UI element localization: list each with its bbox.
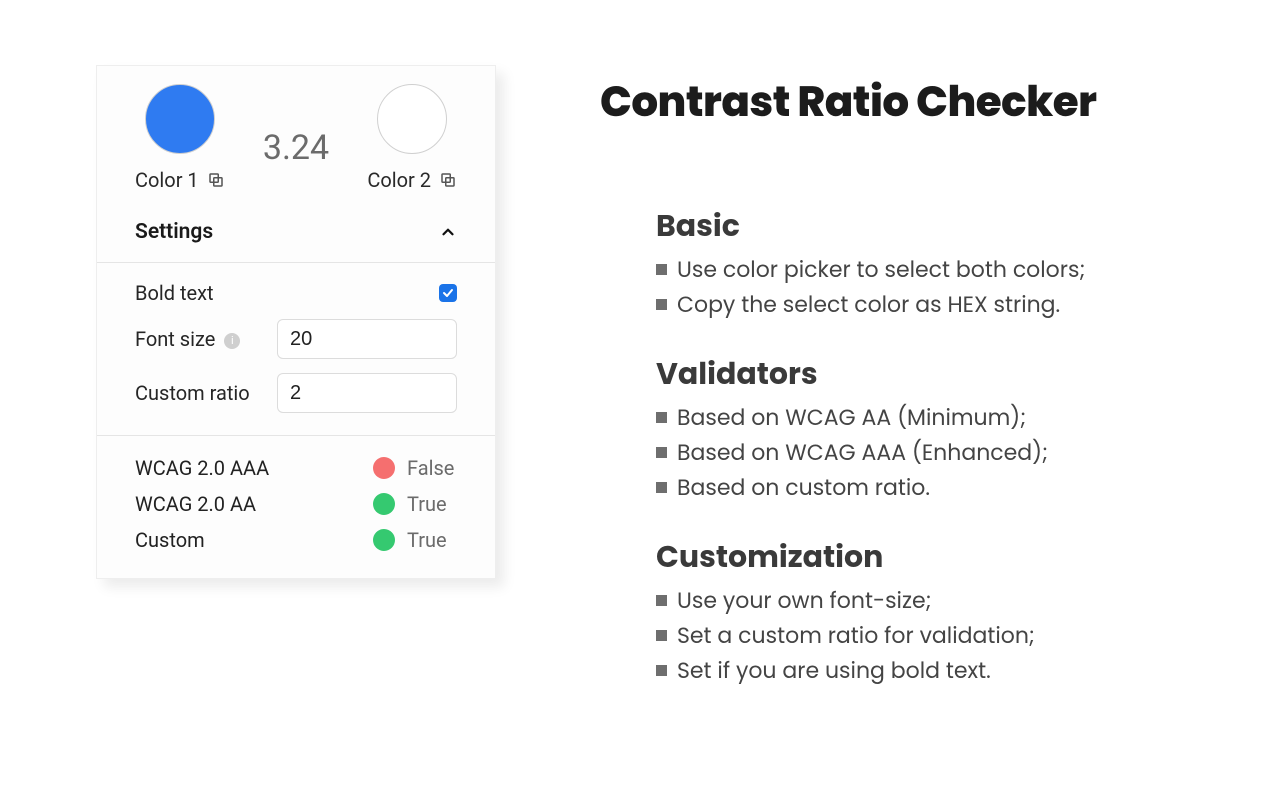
font-size-label: Font size i [135,327,240,351]
copy-icon[interactable] [439,171,457,189]
bullet-icon [656,482,667,493]
info-column: Contrast Ratio Checker Basic Use color p… [600,70,1220,717]
result-row-aa: WCAG 2.0 AA True [135,492,457,516]
swatch-row: Color 1 3.24 Color 2 [97,66,495,202]
section-basic: Basic Use color picker to select both co… [656,203,1220,321]
color2-column: Color 2 [367,84,457,192]
bullet-icon [656,412,667,423]
list-item: Set a custom ratio for validation; [656,619,1220,652]
bullet-icon [656,447,667,458]
list-item: Based on WCAG AAA (Enhanced); [656,436,1220,469]
settings-header[interactable]: Settings [97,202,495,262]
list-item: Based on WCAG AA (Minimum); [656,401,1220,434]
custom-ratio-row: Custom ratio [135,373,457,413]
bold-text-row: Bold text [135,281,457,305]
settings-body: Bold text Font size i Custom ratio [97,262,495,436]
section-head: Customization [656,534,1220,580]
color1-column: Color 1 [135,84,225,192]
custom-ratio-input[interactable] [277,373,457,413]
list-item: Set if you are using bold text. [656,654,1220,687]
bold-text-checkbox[interactable] [439,284,457,302]
bullet-icon [656,595,667,606]
bullet-icon [656,665,667,676]
status-text: True [407,492,457,516]
color2-label-row: Color 2 [367,168,457,192]
bullet-icon [656,299,667,310]
list-item: Use your own font-size; [656,584,1220,617]
list-item: Based on custom ratio. [656,471,1220,504]
result-label: WCAG 2.0 AA [135,492,256,516]
font-size-row: Font size i [135,319,457,359]
color2-label: Color 2 [367,168,431,192]
result-label: Custom [135,528,205,552]
section-head: Validators [656,351,1220,397]
list-item: Copy the select color as HEX string. [656,288,1220,321]
page-title: Contrast Ratio Checker [600,70,1220,133]
custom-ratio-label: Custom ratio [135,381,250,405]
font-size-input[interactable] [277,319,457,359]
bold-text-label: Bold text [135,281,214,305]
section-validators: Validators Based on WCAG AA (Minimum); B… [656,351,1220,504]
color1-swatch[interactable] [145,84,215,154]
section-customization: Customization Use your own font-size; Se… [656,534,1220,687]
status-dot-icon [373,529,395,551]
chevron-up-icon [439,223,457,241]
list-item: Use color picker to select both colors; [656,253,1220,286]
results-section: WCAG 2.0 AAA False WCAG 2.0 AA True Cust… [97,436,495,578]
result-row-aaa: WCAG 2.0 AAA False [135,456,457,480]
contrast-ratio-value: 3.24 [263,108,329,168]
contrast-panel: Color 1 3.24 Color 2 [96,65,496,579]
section-head: Basic [656,203,1220,249]
status-text: True [407,528,457,552]
settings-label: Settings [135,220,213,244]
result-row-custom: Custom True [135,528,457,552]
info-icon[interactable]: i [224,333,240,349]
result-label: WCAG 2.0 AAA [135,456,269,480]
bullet-icon [656,264,667,275]
bullet-icon [656,630,667,641]
copy-icon[interactable] [207,171,225,189]
status-text: False [407,456,457,480]
color2-swatch[interactable] [377,84,447,154]
color1-label-row: Color 1 [135,168,225,192]
status-dot-icon [373,457,395,479]
status-dot-icon [373,493,395,515]
color1-label: Color 1 [135,168,199,192]
